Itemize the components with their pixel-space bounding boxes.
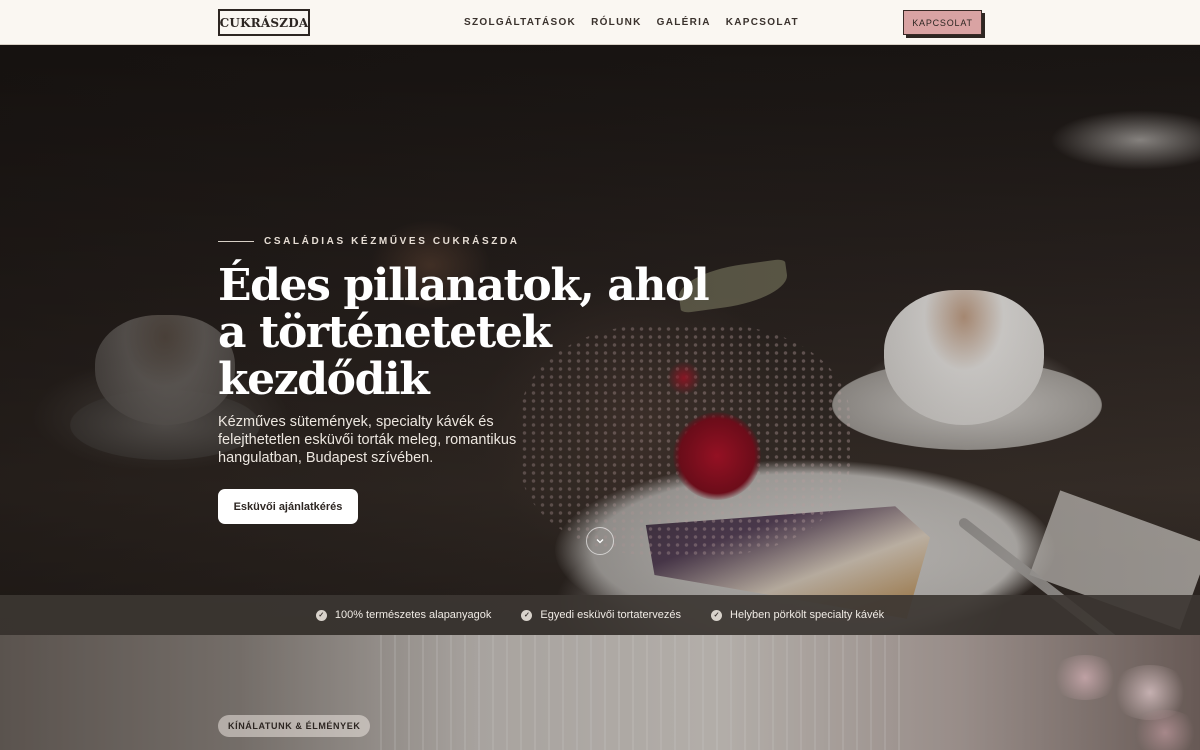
nav-link-contact[interactable]: KAPCSOLAT [726,17,799,28]
logo[interactable]: CUKRÁSZDA [218,9,310,36]
contact-button[interactable]: KAPCSOLAT [903,10,982,35]
scroll-down-button[interactable] [586,527,614,555]
section-overlay [0,635,1200,750]
hero-title-line: Édes pillanatok, ahol [218,260,710,311]
chevron-down-icon [596,539,604,544]
feature-label: 100% természetes alapanyagok [334,609,492,621]
feature-item: ✓ Egyedi esküvői tortatervezés [521,609,681,621]
wedding-quote-button[interactable]: Esküvői ajánlatkérés [218,489,358,524]
hero-title: Édes pillanatok, ahol a történetetek kez… [218,262,718,403]
check-circle-icon: ✓ [521,609,533,621]
hero-title-line: a történetetek [218,307,552,358]
nav-link-about[interactable]: RÓLUNK [591,17,642,28]
feature-label: Helyben pörkölt specialty kávék [730,609,885,621]
hero-subtitle: Kézműves sütemények, specialty kávék és … [218,414,517,466]
eyebrow-text: CSALÁDIAS KÉZMŰVES CUKRÁSZDA [264,236,520,247]
main-nav: SZOLGÁLTATÁSOK RÓLUNK GALÉRIA KAPCSOLAT [464,17,799,28]
feature-label: Egyedi esküvői tortatervezés [540,609,682,621]
nav-link-services[interactable]: SZOLGÁLTATÁSOK [464,17,576,28]
hero-eyebrow: CSALÁDIAS KÉZMŰVES CUKRÁSZDA [218,236,520,247]
offerings-section [0,635,1200,750]
feature-item: ✓ 100% természetes alapanyagok [315,609,492,621]
hero-section: CSALÁDIAS KÉZMŰVES CUKRÁSZDA Édes pillan… [0,45,1200,635]
check-circle-icon: ✓ [711,609,723,621]
eyebrow-divider [218,241,254,242]
feature-strip: ✓ 100% természetes alapanyagok ✓ Egyedi … [0,595,1200,635]
check-circle-icon: ✓ [315,609,327,621]
feature-item: ✓ Helyben pörkölt specialty kávék [711,609,884,621]
nav-link-gallery[interactable]: GALÉRIA [657,17,711,28]
site-header: CUKRÁSZDA SZOLGÁLTATÁSOK RÓLUNK GALÉRIA … [0,0,1200,45]
section-badge: KÍNÁLATUNK & ÉLMÉNYEK [218,715,371,737]
hero-title-line: kezdődik [218,354,430,405]
